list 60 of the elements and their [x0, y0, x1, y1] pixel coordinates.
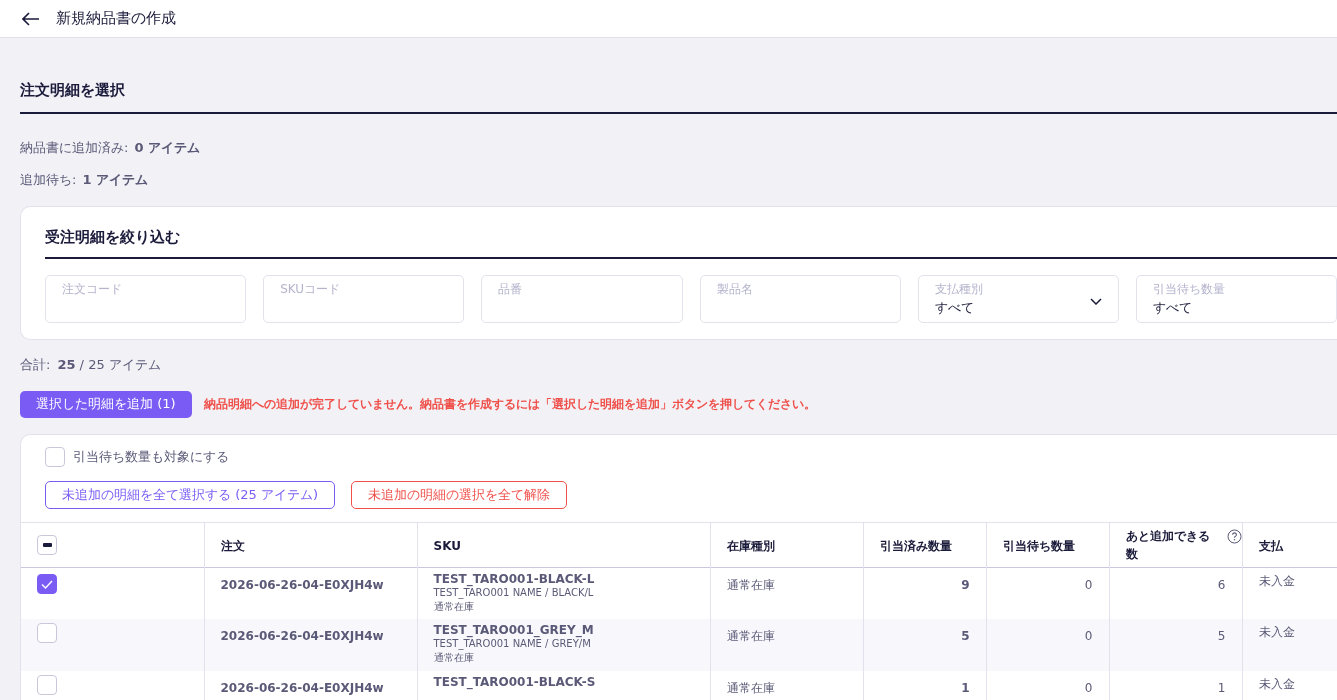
column-header: 在庫種別: [726, 538, 775, 553]
order-code: 2026-06-26-04-E0XJH4w: [220, 681, 384, 695]
warning-message: 納品明細への追加が完了していません。納品書を作成するには「選択した明細を追加」ボタンを押してください。: [203, 396, 816, 413]
pending-quantity: 0: [1084, 629, 1093, 643]
checkbox[interactable]: [45, 446, 65, 467]
remaining-quantity: 1: [1217, 681, 1226, 695]
summary-value: 1 アイテム: [82, 170, 148, 189]
column-header: あと追加できる数: [1125, 527, 1211, 563]
help-icon[interactable]: [1226, 528, 1242, 544]
pending-quantity: 0: [1084, 681, 1093, 695]
allocated-quantity: 1: [961, 681, 970, 695]
allocated-quantity: 5: [961, 629, 970, 643]
column-header: 支払: [1258, 538, 1283, 553]
remaining-quantity: 6: [1217, 577, 1226, 592]
column-header: 引当待ち数量: [1002, 538, 1075, 553]
checkbox-label: 引当待ち数量も対象にする: [73, 447, 229, 466]
select-all-checkbox[interactable]: [37, 535, 57, 555]
sku-stock-type: 通常在庫: [433, 651, 475, 665]
sku-code: TEST_TARO001-BLACK-L: [433, 571, 596, 586]
summary-value: 0 アイテム: [134, 139, 200, 157]
page-title: 新規納品書の作成: [56, 8, 176, 30]
table-row[interactable]: 2026-06-26-04-E0XJH4w TEST_TARO001_GREY_M TEST_TARO001 NAME / GREY/M 通常在庫 通常在庫 5 0 5 未入金: [21, 619, 1337, 671]
sku-name: TEST_TARO001 NAME / GREY/M: [433, 638, 592, 650]
payment-status: 未入金: [1242, 567, 1337, 619]
row-checkbox[interactable]: [37, 574, 57, 594]
clear-selection-button[interactable]: 未追加の明細の選択を全て解除: [350, 480, 567, 509]
pending-quantity: 0: [1084, 577, 1093, 592]
allocated-quantity: 9: [961, 577, 970, 592]
select-field[interactable]: 支払種別 すべて: [917, 275, 1119, 323]
row-checkbox[interactable]: [37, 675, 57, 695]
stock-type: 通常在庫: [726, 577, 775, 592]
order-code: 2026-06-26-04-E0XJH4w: [220, 577, 384, 592]
total-label: 合計:: [20, 356, 51, 374]
summary-label: 納品書に追加済み:: [20, 139, 129, 157]
section-title: 注文明細を選択: [20, 81, 125, 99]
stock-type: 通常在庫: [726, 629, 775, 643]
filter-title: 受注明細を絞り込む: [45, 228, 180, 246]
sku-code: TEST_TARO001_GREY_M: [433, 623, 595, 637]
remaining-quantity: 5: [1217, 629, 1226, 643]
table-row[interactable]: 2026-06-26-04-E0XJH4w TEST_TARO001-BLACK-L TEST_TARO001 NAME / BLACK/L 通常在庫 通常在庫 9 0 6 未入金: [21, 567, 1337, 619]
summary-label: 追加待ち:: [20, 170, 77, 189]
column-header: SKU: [433, 538, 461, 553]
sku-name: TEST_TARO001 NAME / BLACK/L: [433, 586, 595, 599]
sku-code: TEST_TARO001-BLACK-S: [433, 675, 597, 689]
stock-type: 通常在庫: [726, 681, 775, 695]
select-field[interactable]: 引当待ち数量 すべて: [1135, 275, 1337, 323]
payment-status: 未入金: [1242, 671, 1337, 700]
order-code: 2026-06-26-04-E0XJH4w: [220, 629, 384, 643]
row-checkbox[interactable]: [37, 623, 57, 643]
table-row[interactable]: 2026-06-26-04-E0XJH4w TEST_TARO001-BLACK-S 通常在庫 1 0 1 未入金: [21, 671, 1337, 700]
payment-status: 未入金: [1242, 619, 1337, 671]
sku-stock-type: 通常在庫: [433, 599, 475, 614]
total-value: 25 / 25 アイテム: [57, 356, 161, 374]
column-header: 注文: [220, 538, 245, 553]
checkmark-icon: [41, 579, 53, 589]
back-arrow-icon[interactable]: [22, 11, 40, 26]
chevron-down-icon: [1089, 298, 1102, 305]
column-header: 引当済み数量: [879, 538, 952, 553]
select-all-button[interactable]: 未追加の明細を全て選択する (25 アイテム): [45, 480, 335, 509]
add-selected-button[interactable]: 選択した明細を追加 (1): [20, 390, 192, 418]
